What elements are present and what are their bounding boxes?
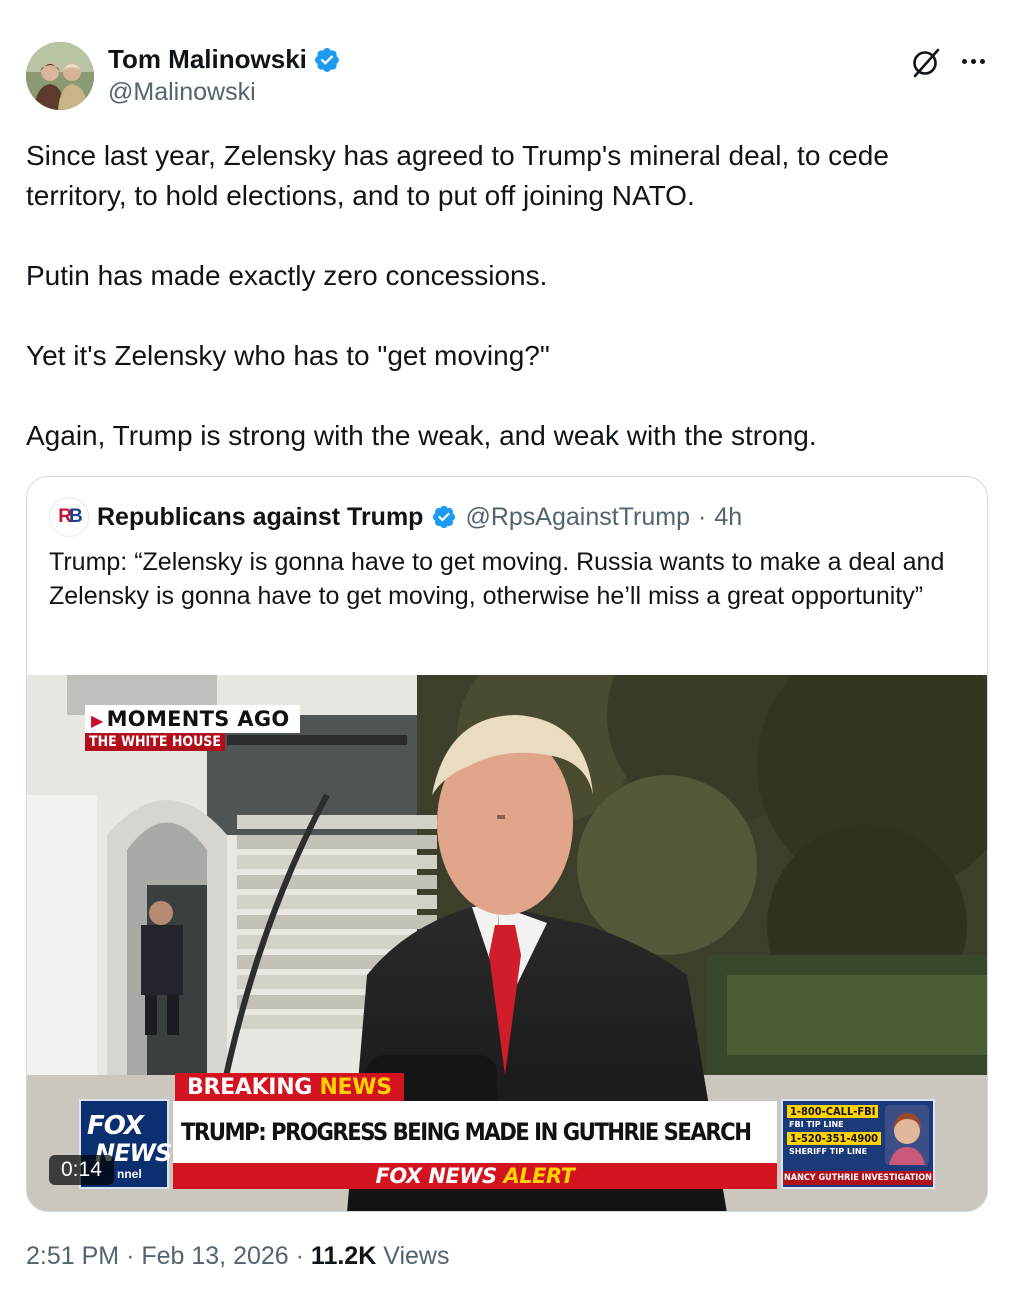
tip-line-panel: 1-800-CALL-FBI FBI TIP LINE 1-520-351-49… xyxy=(781,1099,935,1189)
views-label: Views xyxy=(383,1242,450,1270)
quoted-post-age[interactable]: 4h xyxy=(714,503,742,532)
portrait-thumbnail xyxy=(885,1105,929,1165)
post-paragraph: Since last year, Zelensky has agreed to … xyxy=(26,140,889,211)
quoted-post[interactable]: RB Republicans against Trump @RpsAgainst… xyxy=(26,476,988,1212)
quoted-post-text: Trump: “Zelensky is gonna have to get mo… xyxy=(49,548,945,610)
tip-line-number: 1-800-CALL-FBI xyxy=(787,1105,879,1118)
verified-badge-icon xyxy=(314,47,339,72)
quoted-author-handle[interactable]: @RpsAgainstTrump xyxy=(465,503,690,532)
fox-news-alert-bar: FOX NEWS ALERT xyxy=(173,1163,777,1189)
tip-line-label: FBI TIP LINE xyxy=(789,1120,844,1129)
separator-dot: · xyxy=(697,502,707,531)
video-duration: 0:14 xyxy=(49,1155,114,1185)
views-count[interactable]: 11.2K xyxy=(311,1242,376,1270)
post-paragraph: Yet it's Zelensky who has to "get moving… xyxy=(26,340,550,371)
quoted-author-name[interactable]: Republicans against Trump xyxy=(97,503,423,532)
post-date[interactable]: Feb 13, 2026 xyxy=(141,1242,288,1270)
post-time[interactable]: 2:51 PM xyxy=(26,1242,119,1270)
verified-badge-icon xyxy=(433,505,456,529)
separator-dot: · xyxy=(126,1242,135,1270)
grok-icon[interactable] xyxy=(908,46,942,80)
author-name[interactable]: Tom Malinowski xyxy=(108,44,307,75)
post-text: Since last year, Zelensky has agreed to … xyxy=(26,136,986,456)
author-handle[interactable]: @Malinowski xyxy=(108,78,256,107)
separator-dot: · xyxy=(295,1242,304,1270)
post-meta: 2:51 PM · Feb 13, 2026 · 11.2K Views xyxy=(26,1242,449,1271)
tweet: Tom Malinowski @Malinowski Since last ye… xyxy=(0,0,1020,1304)
post-paragraph: Again, Trump is strong with the weak, an… xyxy=(26,420,817,451)
moments-ago-label: ▶ MOMENTS AGO xyxy=(85,705,300,733)
tip-line-number: 1-520-351-4900 xyxy=(787,1132,882,1145)
investigation-caption: NANCY GUTHRIE INVESTIGATION xyxy=(783,1171,933,1185)
breaking-news-banner: BREAKING NEWS xyxy=(175,1073,404,1102)
video-player[interactable]: ▶ MOMENTS AGO THE WHITE HOUSE BREAKING NE… xyxy=(27,675,987,1211)
quoted-author-avatar[interactable]: RB xyxy=(49,497,89,537)
author-avatar[interactable] xyxy=(26,42,94,110)
post-paragraph: Putin has made exactly zero concessions. xyxy=(26,260,548,291)
location-label: THE WHITE HOUSE xyxy=(85,733,225,751)
news-headline: TRUMP: PROGRESS BEING MADE IN GUTHRIE SE… xyxy=(173,1101,777,1163)
more-options-icon[interactable] xyxy=(956,48,990,74)
tip-line-label: SHERIFF TIP LINE xyxy=(789,1147,868,1156)
